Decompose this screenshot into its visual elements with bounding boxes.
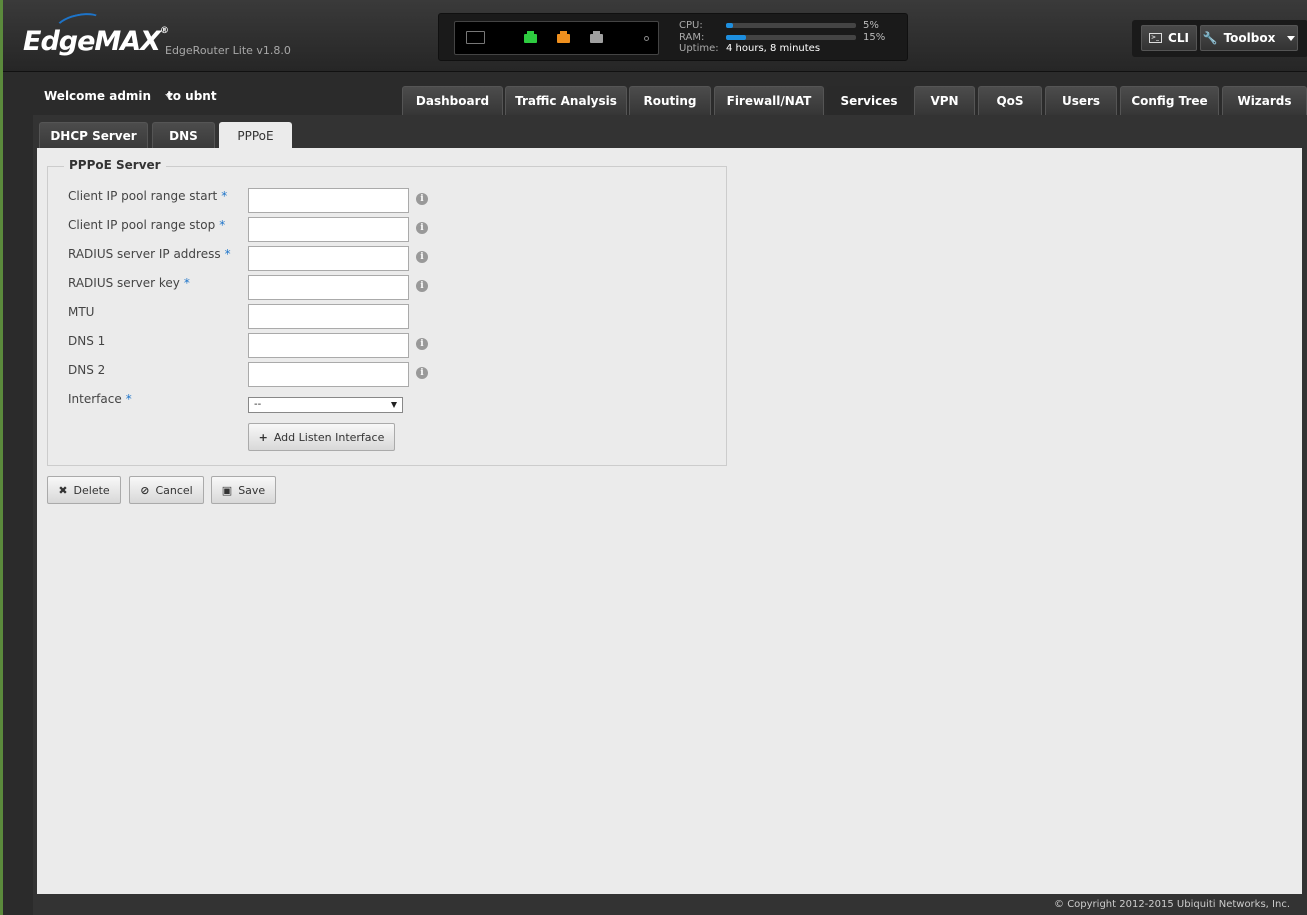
cpu-bar	[726, 23, 856, 28]
save-label: Save	[238, 483, 266, 497]
tab-routing[interactable]: Routing	[629, 86, 711, 115]
tool-buttons: >_ CLI 🔧 Toolbox	[1132, 20, 1307, 57]
toolbox-button[interactable]: 🔧 Toolbox	[1200, 25, 1298, 51]
interface-select[interactable]: --	[248, 397, 403, 413]
fieldset-legend: PPPoE Server	[64, 158, 166, 172]
radius-server-key-input[interactable]	[248, 275, 409, 300]
console-port-icon[interactable]	[466, 31, 485, 44]
ram-percent: 15%	[863, 32, 886, 43]
info-icon[interactable]: i	[416, 222, 428, 234]
tab-qos[interactable]: QoS	[978, 86, 1042, 115]
radius-server-ip-address-label: RADIUS server IP address *	[68, 247, 231, 261]
user-menu[interactable]: Welcome admin	[44, 89, 174, 103]
tab-services[interactable]: Services	[827, 86, 911, 115]
footer: © Copyright 2012-2015 Ubiquiti Networks,…	[37, 894, 1302, 915]
cpu-percent: 5%	[863, 20, 879, 31]
info-icon[interactable]: i	[416, 193, 428, 205]
dns-1-input[interactable]	[248, 333, 409, 358]
uptime-value: 4 hours, 8 minutes	[726, 43, 821, 54]
required-mark: *	[183, 276, 190, 290]
top-header: EdgeMAX® EdgeRouter Lite v1.8.0 CPU: 5% …	[3, 0, 1307, 72]
add-listen-interface-button[interactable]: + Add Listen Interface	[248, 423, 395, 451]
welcome-text: Welcome admin	[44, 89, 152, 103]
delete-button[interactable]: ✖ Delete	[47, 476, 121, 504]
tab-wizards[interactable]: Wizards	[1222, 86, 1307, 115]
client-ip-pool-range-stop-label: Client IP pool range stop *	[68, 218, 226, 232]
mtu-input[interactable]	[248, 304, 409, 329]
pppoe-panel: PPPoE Server Client IP pool range start *…	[37, 148, 1302, 894]
subtab-dhcp-server[interactable]: DHCP Server	[39, 122, 148, 148]
copyright-text: © Copyright 2012-2015 Ubiquiti Networks,…	[1054, 899, 1290, 910]
tab-traffic-analysis[interactable]: Traffic Analysis	[505, 86, 627, 115]
device-model: EdgeRouter Lite v1.8.0	[165, 44, 291, 57]
chevron-down-icon	[1287, 35, 1296, 41]
tab-firewall-nat[interactable]: Firewall/NAT	[714, 86, 824, 115]
required-mark: *	[224, 247, 231, 261]
tab-config-tree[interactable]: Config Tree	[1120, 86, 1219, 115]
status-panel: CPU: 5% RAM: 15% Uptime: 4 hours, 8 minu…	[438, 13, 908, 61]
client-ip-pool-range-start-label: Client IP pool range start *	[68, 189, 228, 203]
cancel-label: Cancel	[155, 483, 193, 497]
cpu-label: CPU:	[679, 20, 703, 31]
tab-dashboard[interactable]: Dashboard	[402, 86, 503, 115]
subtab-dns[interactable]: DNS	[152, 122, 215, 148]
info-icon[interactable]: i	[416, 280, 428, 292]
dns-1-label: DNS 1	[68, 334, 106, 348]
dns-2-label: DNS 2	[68, 363, 106, 377]
toolbox-label: Toolbox	[1223, 31, 1276, 45]
radius-server-ip-address-input[interactable]	[248, 246, 409, 271]
uptime-label: Uptime:	[679, 43, 719, 54]
save-button[interactable]: ▣ Save	[211, 476, 276, 504]
ram-bar-fill	[726, 35, 746, 40]
eth2-port-icon[interactable]	[590, 31, 603, 43]
client-ip-pool-range-stop-input[interactable]	[248, 217, 409, 242]
radius-server-key-label: RADIUS server key *	[68, 276, 190, 290]
client-ip-pool-range-start-input[interactable]	[248, 188, 409, 213]
interface-select-value: --	[254, 399, 262, 410]
info-icon[interactable]: i	[416, 338, 428, 350]
eth1-port-icon[interactable]	[557, 31, 570, 43]
cancel-button[interactable]: ⊘ Cancel	[129, 476, 204, 504]
close-icon: ✖	[58, 483, 68, 497]
dropdown-arrow-icon	[391, 402, 397, 408]
required-mark: *	[125, 392, 132, 406]
required-mark: *	[219, 218, 226, 232]
dns-2-input[interactable]	[248, 362, 409, 387]
plus-icon: +	[258, 430, 268, 444]
add-listen-interface-label: Add Listen Interface	[273, 430, 385, 444]
floppy-disk-icon: ▣	[221, 483, 233, 497]
ram-label: RAM:	[679, 32, 705, 43]
system-name: to ubnt	[167, 89, 217, 103]
required-mark: *	[221, 189, 228, 203]
info-icon[interactable]: i	[416, 367, 428, 379]
subtab-pppoe[interactable]: PPPoE	[219, 122, 292, 148]
cpu-bar-fill	[726, 23, 733, 28]
cli-label: CLI	[1168, 31, 1189, 45]
terminal-icon: >_	[1149, 33, 1163, 43]
info-icon[interactable]: i	[416, 251, 428, 263]
eth0-port-icon[interactable]	[524, 31, 537, 43]
wrench-icon: 🔧	[1202, 31, 1218, 45]
mtu-label: MTU	[68, 305, 95, 319]
pppoe-server-fieldset: PPPoE Server Client IP pool range start *…	[47, 158, 727, 466]
tab-users[interactable]: Users	[1045, 86, 1117, 115]
cancel-icon: ⊘	[140, 483, 150, 497]
tab-vpn[interactable]: VPN	[914, 86, 975, 115]
port-diagram[interactable]	[454, 21, 659, 55]
edgemax-logo: EdgeMAX®	[23, 26, 169, 57]
window-edge	[0, 0, 3, 915]
reset-led-icon	[644, 36, 649, 41]
delete-label: Delete	[73, 483, 110, 497]
interface-label: Interface *	[68, 392, 132, 406]
ram-bar	[726, 35, 856, 40]
cli-button[interactable]: >_ CLI	[1141, 25, 1197, 51]
